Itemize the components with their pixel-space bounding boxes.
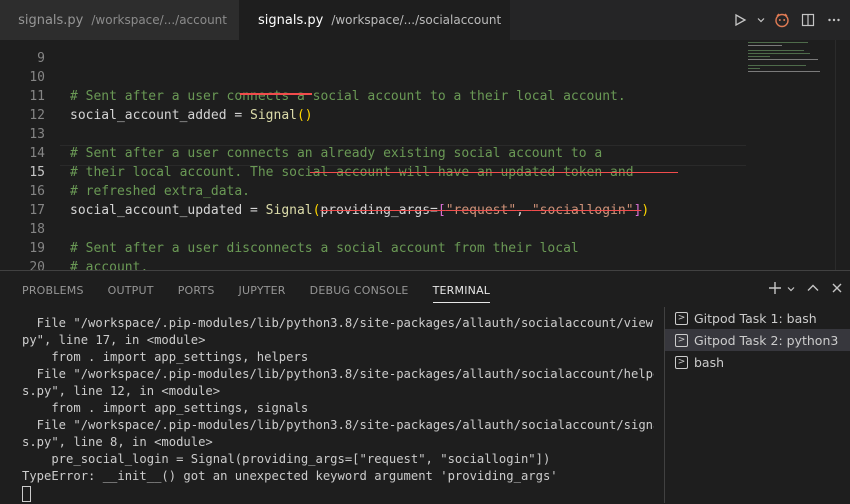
code-line[interactable]: 14 # their local account. The social acc… (0, 125, 17, 144)
token: [ (438, 203, 446, 218)
chevron-down-icon[interactable] (786, 282, 796, 298)
code-line[interactable]: 21 (0, 258, 17, 270)
more-icon[interactable] (824, 10, 844, 30)
terminal-item-label: bash (694, 355, 724, 370)
editor-vertical-scrollbar[interactable] (835, 40, 850, 270)
editor-tab-bar: signals.py /workspace/.../account signal… (0, 0, 850, 40)
terminal-list: > Gitpod Task 1: bash > Gitpod Task 2: p… (664, 307, 850, 503)
chevron-down-icon[interactable] (756, 10, 766, 30)
tab-account-signals[interactable]: signals.py /workspace/.../account (0, 0, 240, 40)
terminal-line: from . import app_settings, helpers (22, 349, 654, 366)
split-editor-icon[interactable] (798, 10, 818, 30)
code-line[interactable]: 13 # Sent after a user connects an alrea… (0, 106, 17, 125)
code-line[interactable]: 17 (0, 182, 17, 201)
terminal-output[interactable]: File "/workspace/.pip-modules/lib/python… (22, 315, 654, 503)
terminal-icon: > (675, 334, 688, 347)
terminal-cursor (22, 486, 31, 502)
code-tokens: social_account_updated = Signal(providin… (70, 201, 649, 220)
maximize-panel-icon[interactable] (806, 281, 820, 299)
terminal-item-bash[interactable]: > bash (665, 351, 850, 373)
panel-tab-bar: PROBLEMS OUTPUT PORTS JUPYTER DEBUG CONS… (10, 271, 502, 311)
code-line[interactable]: 10 # Sent after a user connects a social… (0, 49, 17, 68)
code-text: # account. (70, 258, 148, 270)
terminal-item-task2[interactable]: > Gitpod Task 2: python3 (665, 329, 850, 351)
terminal-line: from . import app_settings, signals (22, 400, 654, 417)
bottom-panel: PROBLEMS OUTPUT PORTS JUPYTER DEBUG CONS… (0, 270, 850, 504)
token: Signal (266, 203, 313, 218)
code-text: # Sent after a user connects an already … (70, 144, 602, 163)
terminal-prompt[interactable] (22, 485, 654, 502)
close-icon[interactable] (830, 281, 844, 299)
token: social_account_updated = (70, 203, 266, 218)
run-icon[interactable] (730, 10, 750, 30)
terminal-line: s.py", line 8, in <module> (22, 434, 654, 451)
tab-terminal[interactable]: TERMINAL (421, 271, 503, 311)
code-line[interactable]: 11 social_account_added = Signal() (0, 68, 17, 87)
tab-file-path: /workspace/.../account (91, 13, 227, 27)
panel-actions (768, 281, 844, 299)
token: Signal (250, 108, 297, 123)
code-text: # Sent after a user connects a social ac… (70, 87, 626, 106)
terminal-icon: > (675, 356, 688, 369)
code-line[interactable]: 20 social_account_removed = Signal(provi… (0, 239, 17, 258)
terminal-line: TypeError: __init__() got an unexpected … (22, 468, 654, 485)
editor-toolbar (730, 0, 844, 40)
token: "sociallogin" (532, 203, 634, 218)
terminal-item-task1[interactable]: > Gitpod Task 1: bash (665, 307, 850, 329)
token: , (516, 203, 532, 218)
token: providing_args= (320, 203, 437, 218)
tab-ports[interactable]: PORTS (166, 271, 227, 311)
terminal-line: File "/workspace/.pip-modules/lib/python… (22, 366, 654, 383)
terminal-item-label: Gitpod Task 2: python3 (694, 333, 838, 348)
terminal-line: File "/workspace/.pip-modules/lib/python… (22, 315, 654, 332)
code-text: # refreshed extra_data. (70, 182, 250, 201)
terminal-icon: > (675, 312, 688, 325)
token: "request" (446, 203, 516, 218)
code-editor[interactable]: 9 10 # Sent after a user connects a soci… (0, 40, 850, 270)
code-line[interactable]: 16 social_account_updated = Signal(provi… (0, 163, 17, 182)
copilot-icon[interactable] (772, 10, 792, 30)
terminal-line: s.py", line 12, in <module> (22, 383, 654, 400)
terminal-line: File "/workspace/.pip-modules/lib/python… (22, 417, 654, 434)
code-line[interactable]: 18 # Sent after a user disconnects a soc… (0, 201, 17, 220)
code-line[interactable]: 15 # refreshed extra_data. (0, 144, 17, 163)
tab-file-name: signals.py (18, 13, 83, 28)
code-text: # Sent after a user disconnects a social… (70, 239, 579, 258)
token: social_account_added = (70, 108, 250, 123)
code-tokens: social_account_added = Signal() (70, 106, 313, 125)
terminal-item-label: Gitpod Task 1: bash (694, 311, 817, 326)
deprecated-strikethrough (310, 172, 678, 173)
tab-debug-console[interactable]: DEBUG CONSOLE (298, 271, 421, 311)
minimap[interactable] (746, 40, 832, 82)
terminal-line: py", line 17, in <module> (22, 332, 654, 349)
tab-output[interactable]: OUTPUT (96, 271, 166, 311)
tab-file-path: /workspace/.../socialaccount (331, 13, 501, 27)
tab-problems[interactable]: PROBLEMS (10, 271, 96, 311)
error-squiggle[interactable] (240, 93, 312, 95)
tab-jupyter[interactable]: JUPYTER (227, 271, 298, 311)
code-line[interactable]: 12 (0, 87, 17, 106)
tab-socialaccount-signals[interactable]: signals.py /workspace/.../socialaccount (240, 0, 510, 40)
tab-file-name: signals.py (258, 13, 323, 28)
code-line[interactable]: 19 # account. (0, 220, 17, 239)
new-terminal-icon[interactable] (768, 281, 782, 299)
code-line[interactable]: 9 (0, 40, 17, 49)
token: () (297, 108, 313, 123)
token: ) (641, 203, 649, 218)
terminal-line: pre_social_login = Signal(providing_args… (22, 451, 654, 468)
